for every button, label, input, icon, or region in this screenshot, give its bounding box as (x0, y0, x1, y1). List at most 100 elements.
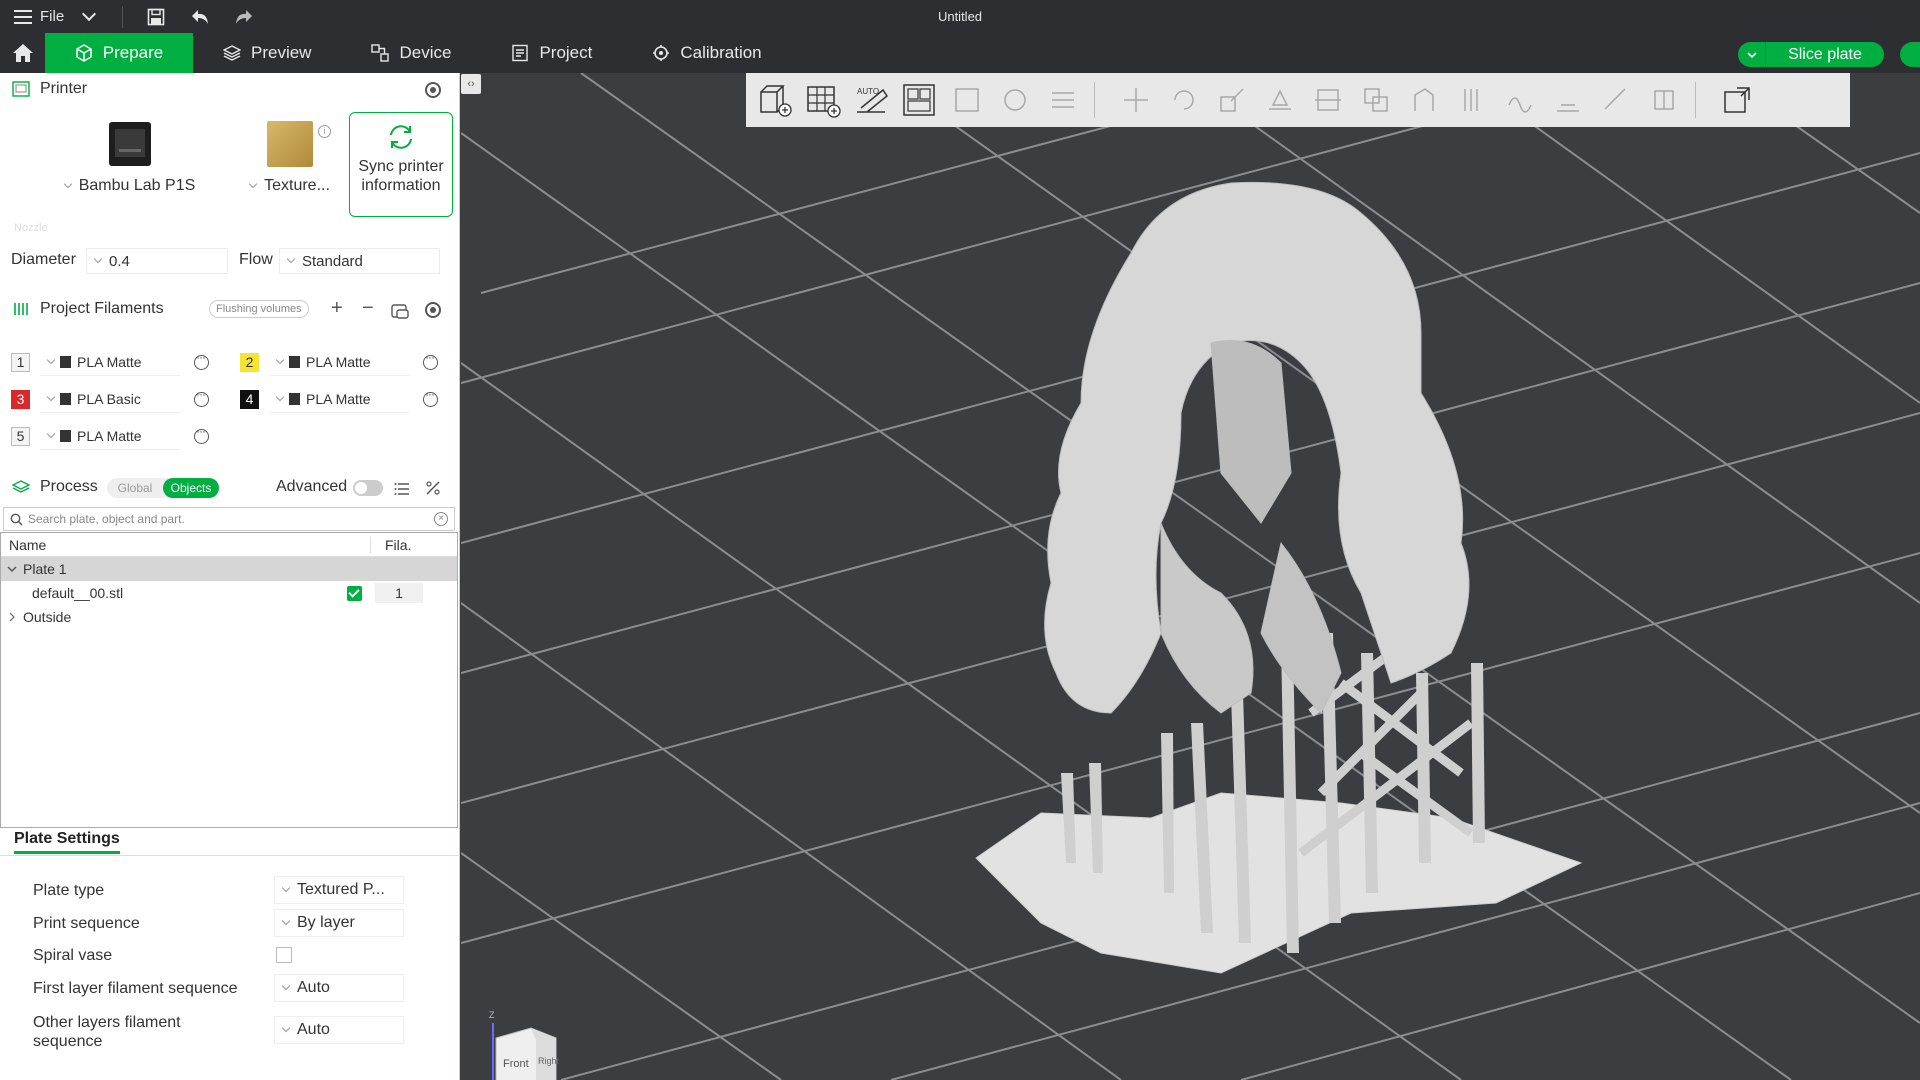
chevron-down-icon[interactable] (82, 6, 97, 21)
save-icon[interactable] (145, 6, 167, 28)
object-filament-select[interactable]: 1 (375, 583, 423, 603)
outside-row[interactable]: Outside (1, 605, 457, 629)
home-button[interactable] (0, 33, 45, 73)
redo-icon[interactable] (233, 6, 255, 28)
slice-plate-button[interactable]: Slice plate (1766, 42, 1884, 67)
split-objects-icon[interactable] (948, 81, 986, 119)
rotate-icon[interactable] (1165, 81, 1203, 119)
project-icon (512, 44, 529, 62)
first-layer-sequence-select[interactable]: Auto (274, 974, 404, 1002)
tab-project[interactable]: Project (481, 33, 622, 73)
filament-more-icon[interactable] (423, 387, 438, 407)
view-cube-front[interactable]: Front (503, 1058, 529, 1070)
percent-icon[interactable] (425, 480, 441, 496)
object-search-input[interactable]: Search plate, object and part. × (3, 507, 455, 531)
object-visible-checkbox[interactable] (347, 586, 362, 601)
column-name[interactable]: Name (9, 537, 46, 553)
clear-search-icon[interactable]: × (434, 512, 448, 526)
print-sequence-select[interactable]: By layer (274, 909, 404, 937)
advanced-toggle[interactable] (353, 480, 383, 496)
filament-select-3[interactable]: PLA Basic (40, 385, 180, 413)
chevron-down-icon (46, 392, 56, 401)
filament-more-icon[interactable] (194, 350, 209, 370)
filament-name-2: PLA Matte (306, 353, 371, 370)
tab-calibration[interactable]: Calibration (622, 33, 791, 73)
filament-slot-2[interactable]: 2 PLA Matte (240, 348, 438, 376)
main-nav: Prepare Preview Device Project Calibrati… (0, 33, 1920, 73)
filament-select-2[interactable]: PLA Matte (269, 348, 409, 376)
file-menu-label: File (40, 8, 65, 25)
filament-slot-3[interactable]: 3 PLA Basic (11, 385, 209, 413)
filament-settings-icon[interactable] (425, 302, 441, 318)
tab-preview[interactable]: Preview (193, 33, 341, 73)
cut-icon[interactable] (1309, 81, 1347, 119)
objects-option[interactable]: Objects (163, 478, 219, 498)
split-parts-icon[interactable] (996, 81, 1034, 119)
mesh-boolean-icon[interactable] (1357, 81, 1395, 119)
add-plate-icon[interactable] (804, 81, 842, 119)
filament-slot-5[interactable]: 5 PLA Matte (11, 422, 209, 450)
seam-painting-icon[interactable] (1453, 81, 1491, 119)
printer-icon (12, 81, 30, 97)
file-menu-button[interactable]: File (14, 8, 64, 25)
layers-icon (223, 45, 241, 61)
scale-icon[interactable] (1213, 81, 1251, 119)
move-icon[interactable] (1117, 81, 1155, 119)
info-icon[interactable]: i (318, 125, 331, 138)
view-cube-right[interactable]: Right (538, 1056, 559, 1066)
menu-icon (14, 9, 32, 24)
filament-more-icon[interactable] (194, 424, 209, 444)
global-option[interactable]: Global (107, 478, 163, 498)
filament-slot-1[interactable]: 1 PLA Matte (11, 348, 209, 376)
process-scope-toggle: Global Objects (107, 478, 219, 498)
chevron-down-icon[interactable] (7, 565, 17, 573)
plate-row[interactable]: Plate 1 (1, 557, 457, 581)
slice-dropdown-button[interactable] (1738, 42, 1766, 67)
sync-printer-button[interactable]: Sync printer information (349, 112, 453, 217)
plate-settings-tab[interactable]: Plate Settings (14, 830, 120, 854)
measure-icon[interactable] (1597, 81, 1635, 119)
tab-prepare[interactable]: Prepare (45, 33, 193, 73)
filament-name-4: PLA Matte (306, 390, 371, 407)
undo-icon[interactable] (189, 6, 211, 28)
diameter-select[interactable]: 0.4 (86, 248, 228, 274)
printer-selector[interactable]: Bambu Lab P1S (50, 121, 210, 195)
filament-name-5: PLA Matte (77, 427, 142, 444)
auto-orient-icon[interactable]: AUTO (852, 81, 890, 119)
add-object-icon[interactable] (756, 81, 794, 119)
lay-on-face-icon[interactable] (1261, 81, 1299, 119)
list-icon[interactable] (394, 482, 410, 496)
send-dropdown-button[interactable] (1900, 42, 1920, 67)
printer-settings-icon[interactable] (425, 82, 441, 98)
view-cube[interactable]: Front Right Z (481, 1010, 561, 1080)
explode-view-icon[interactable] (1718, 81, 1756, 119)
assemble-icon[interactable] (1645, 81, 1683, 119)
slice-button-group: Slice plate (1738, 42, 1884, 67)
sync-label: Sync printer information (358, 158, 444, 194)
other-layers-sequence-select[interactable]: Auto (274, 1016, 404, 1044)
chevron-right-icon[interactable] (9, 612, 15, 622)
3d-viewport[interactable]: Front Right Z (461, 73, 1920, 1080)
collapse-sidebar-button[interactable]: ‹› (461, 74, 481, 94)
arrange-icon[interactable] (900, 81, 938, 119)
filament-more-icon[interactable] (423, 350, 438, 370)
plate-type-select[interactable]: Textured P... (274, 876, 404, 904)
spiral-vase-checkbox[interactable] (276, 947, 292, 963)
support-painting-icon[interactable] (1405, 81, 1443, 119)
fuzzy-skin-icon[interactable] (1501, 81, 1539, 119)
flushing-volumes-button[interactable]: Flushing volumes (209, 300, 309, 318)
filament-more-icon[interactable] (194, 387, 209, 407)
filament-select-4[interactable]: PLA Matte (269, 385, 409, 413)
column-fila[interactable]: Fila. (370, 537, 411, 553)
layers-editing-icon[interactable] (1044, 81, 1082, 119)
tab-device[interactable]: Device (341, 33, 481, 73)
filament-select-5[interactable]: PLA Matte (40, 422, 180, 450)
filament-slot-4[interactable]: 4 PLA Matte (240, 385, 438, 413)
filament-select-1[interactable]: PLA Matte (40, 348, 180, 376)
remove-filament-button[interactable]: − (362, 297, 374, 320)
filament-grouping-icon[interactable] (391, 302, 409, 319)
flow-select[interactable]: Standard (279, 248, 440, 274)
object-row[interactable]: default__00.stl 1 (1, 581, 457, 605)
add-filament-button[interactable]: + (331, 297, 343, 320)
text-shape-icon[interactable] (1549, 81, 1587, 119)
